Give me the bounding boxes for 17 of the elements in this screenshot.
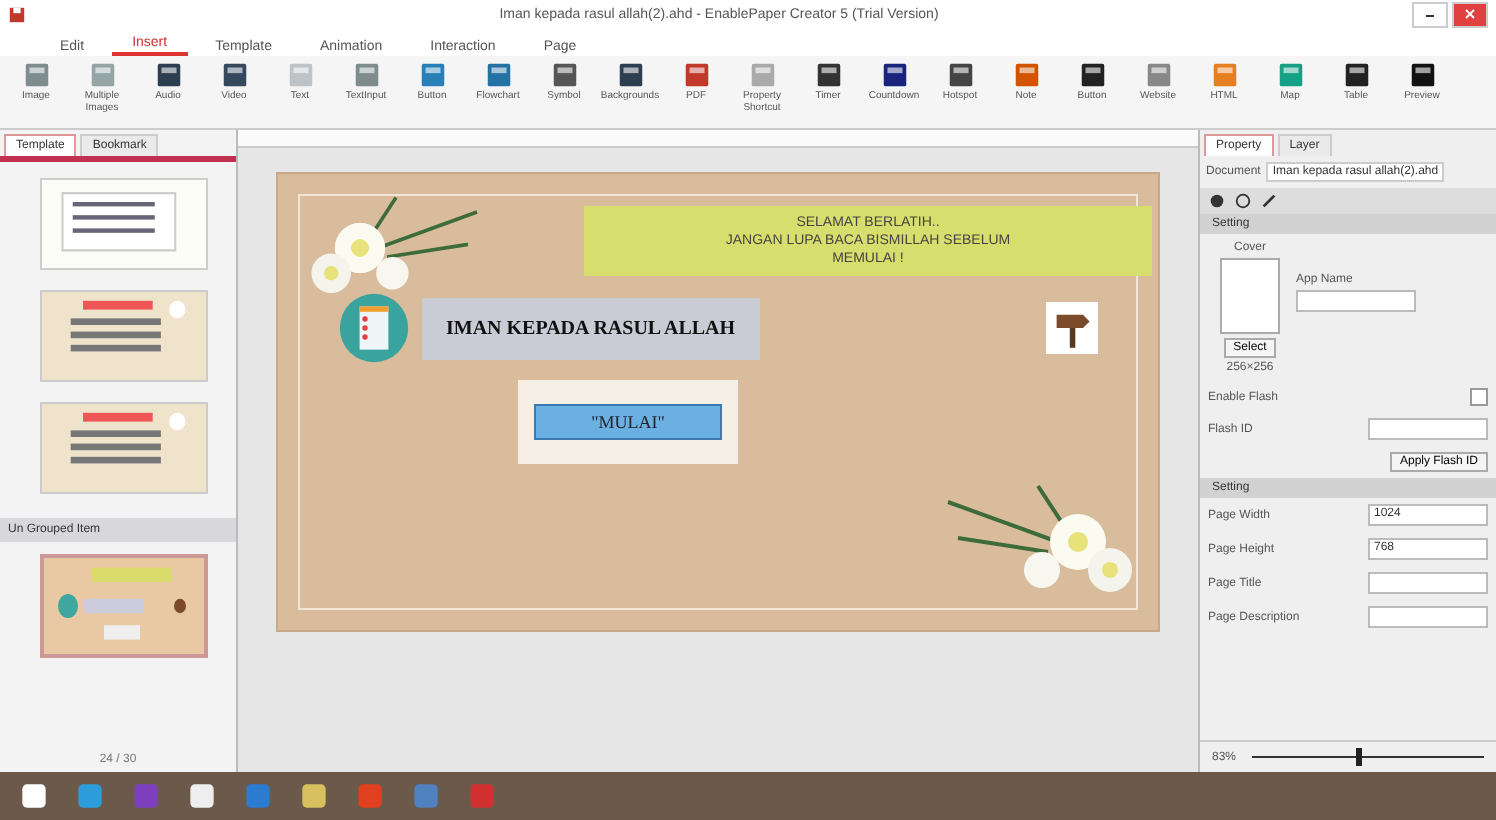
slide-thumbnail[interactable] [40,178,208,270]
input-field[interactable] [1368,606,1488,628]
enable-flash-checkbox[interactable] [1470,388,1488,406]
slide-thumbnail[interactable] [40,290,208,382]
input-field[interactable] [1368,572,1488,594]
save-icon[interactable] [8,5,26,23]
notebook-icon [338,292,410,364]
close-icon [1460,7,1480,19]
start-button[interactable]: "MULAI" [533,404,723,440]
slide-thumbnail[interactable] [40,554,208,658]
app-name-field[interactable] [1296,290,1416,312]
close-button[interactable] [1452,1,1488,27]
slide-title: IMAN KEPADA RASUL ALLAH [422,297,760,359]
cover-preview [1220,258,1280,334]
signpost-button[interactable] [1046,302,1098,354]
flash-id-field[interactable] [1368,418,1488,440]
slide-thumbnail[interactable] [40,402,208,494]
